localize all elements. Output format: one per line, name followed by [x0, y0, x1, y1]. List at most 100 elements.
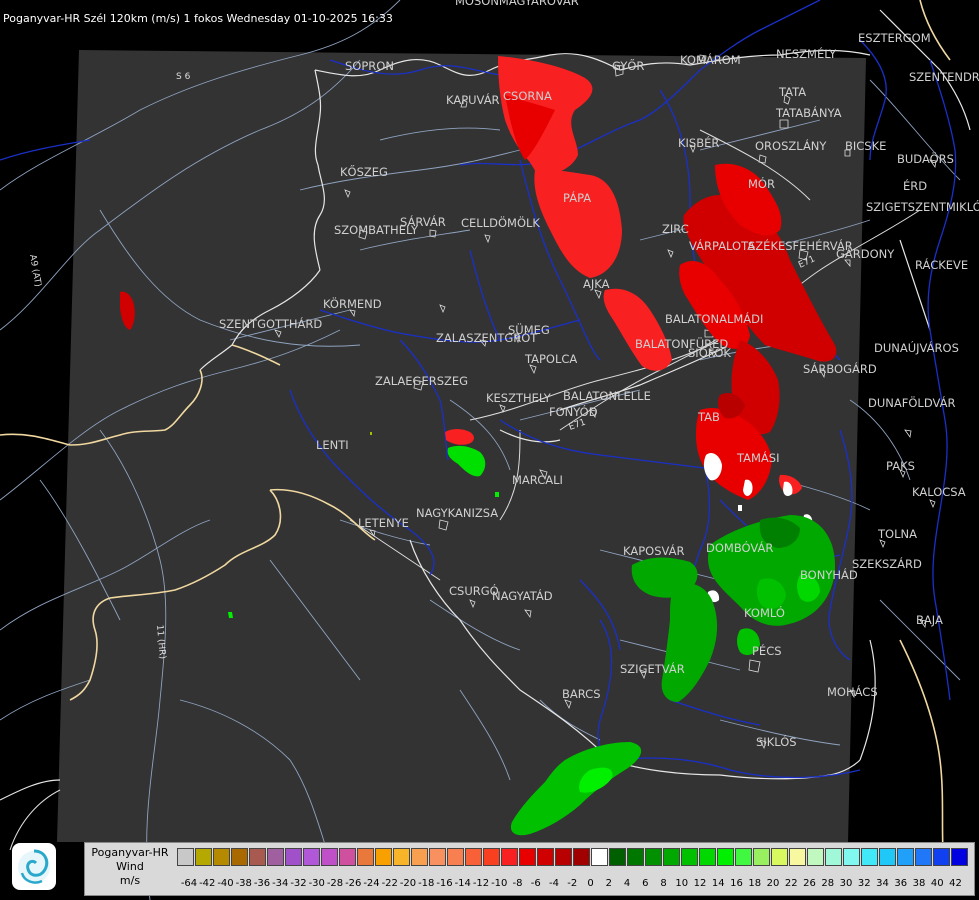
radar-title: Poganyvar-HR Szél 120km (m/s) 1 fokos We… [3, 12, 393, 25]
legend-swatch [807, 848, 824, 866]
logo-swirl-icon [18, 849, 50, 884]
city-label: BALATONALMÁDI [665, 311, 763, 326]
legend-swatch [501, 848, 518, 866]
city-label: GÁRDONY [836, 246, 895, 261]
legend-swatch [933, 848, 950, 866]
legend-swatch [591, 848, 608, 866]
city-label: TOLNA [877, 527, 917, 541]
legend-swatch [249, 848, 266, 866]
city-label: LETENYE [358, 516, 409, 530]
city-label: MOSONMAGYARÓVÁR [455, 0, 579, 8]
legend-swatch [429, 848, 446, 866]
city-label: ZIRC [662, 222, 689, 236]
legend-swatch [663, 848, 680, 866]
legend-name-line: Poganyvar-HR [91, 846, 169, 859]
road-label: S 6 [176, 72, 191, 82]
city-label: KAPUVÁR [446, 92, 500, 107]
legend-swatch [753, 848, 770, 866]
legend-swatch [231, 848, 248, 866]
city-label: KOMÁROM [680, 52, 741, 67]
legend-swatch [897, 848, 914, 866]
legend-swatch [339, 848, 356, 866]
city-label: ZALAEGERSZEG [375, 374, 468, 388]
city-label: TAMÁSI [736, 450, 779, 465]
city-label: KAPOSVÁR [623, 543, 684, 558]
legend-swatch [915, 848, 932, 866]
city-label: VÁRPALOTA [689, 238, 755, 253]
city-label: BAJA [916, 613, 943, 627]
city-label: ÉRD [903, 178, 927, 193]
city-label: SZIGETVÁR [620, 661, 685, 676]
city-label: SZEKSZÁRD [852, 556, 922, 571]
legend-swatch [519, 848, 536, 866]
legend-swatch [573, 848, 590, 866]
city-label: LENTI [316, 438, 349, 452]
legend-swatch [861, 848, 878, 866]
city-label: DUNAFÖLDVÁR [868, 394, 955, 410]
legend-swatch [951, 848, 968, 866]
city-label: SIKLÓS [756, 734, 797, 749]
legend-swatch [825, 848, 842, 866]
city-label: GYŐR [612, 58, 644, 73]
legend-swatch [447, 848, 464, 866]
city-label: MÓR [748, 176, 775, 191]
city-label: MARCALI [512, 473, 563, 487]
city-label: BARCS [562, 687, 601, 701]
city-label: SZENTENDRE [909, 70, 979, 84]
legend-swatch [465, 848, 482, 866]
city-label: TAPOLCA [524, 352, 577, 366]
city-label: PÉCS [752, 643, 782, 658]
legend-name: Poganyvar-HR Wind m/s [87, 846, 173, 888]
city-label: FONYÓD [549, 404, 598, 419]
city-label: SÁRBOGÁRD [803, 361, 877, 376]
logo [12, 843, 56, 890]
city-label: PAKS [886, 459, 915, 473]
radar-map: S 6 A9 (AT) 11 (HR) E71 E71 MOSONMAGYARÓ… [0, 0, 979, 900]
city-label: DUNAÚJVÁROS [874, 340, 959, 355]
legend-swatch [879, 848, 896, 866]
city-label: BICSKE [845, 139, 886, 153]
legend-tick-label: 42 [949, 878, 962, 889]
city-label: NAGYKANIZSA [416, 506, 498, 520]
city-label: KÖRMEND [323, 295, 382, 311]
legend-swatch [321, 848, 338, 866]
city-label: ZALASZENTGRÓT [436, 330, 538, 345]
color-legend: Poganyvar-HR Wind m/s -64 -42 -40 -38 -36 -34… [84, 842, 975, 896]
legend-swatch [843, 848, 860, 866]
city-label: KESZTHELY [486, 391, 552, 405]
city-label: CELLDÖMÖLK [461, 214, 540, 230]
legend-swatch [195, 848, 212, 866]
legend-swatch [735, 848, 752, 866]
city-label: OROSZLÁNY [755, 138, 827, 153]
city-label: BUDAÖRS [897, 150, 954, 166]
city-label: SZIGETSZENTMIKLÓS [866, 199, 979, 214]
legend-swatch [393, 848, 410, 866]
legend-swatch [375, 848, 392, 866]
legend-swatch [303, 848, 320, 866]
legend-swatch [681, 848, 698, 866]
legend-swatch [267, 848, 284, 866]
legend-swatch [555, 848, 572, 866]
city-label: KALOCSA [912, 485, 966, 499]
city-label: SZOMBATHELY [334, 223, 419, 237]
city-label: SZENTGOTTHÁRD [219, 316, 322, 331]
legend-swatch [789, 848, 806, 866]
legend-swatch [699, 848, 716, 866]
city-label: AJKA [583, 277, 610, 291]
legend-name-line: m/s [119, 874, 141, 887]
city-label: TATABÁNYA [775, 105, 842, 120]
legend-swatch [213, 848, 230, 866]
legend-swatch [627, 848, 644, 866]
legend-swatch [645, 848, 662, 866]
legend-swatch [537, 848, 554, 866]
legend-swatch [717, 848, 734, 866]
legend-name-line: Wind [116, 860, 144, 873]
city-label: BONYHÁD [800, 567, 858, 582]
legend-swatch [609, 848, 626, 866]
city-label: DOMBÓVÁR [706, 540, 773, 555]
city-label: TATA [778, 85, 806, 99]
city-label: BALATONLELLE [563, 389, 651, 403]
legend-swatch [771, 848, 788, 866]
city-label: ESZTERGOM [858, 31, 931, 45]
legend-swatch [357, 848, 374, 866]
